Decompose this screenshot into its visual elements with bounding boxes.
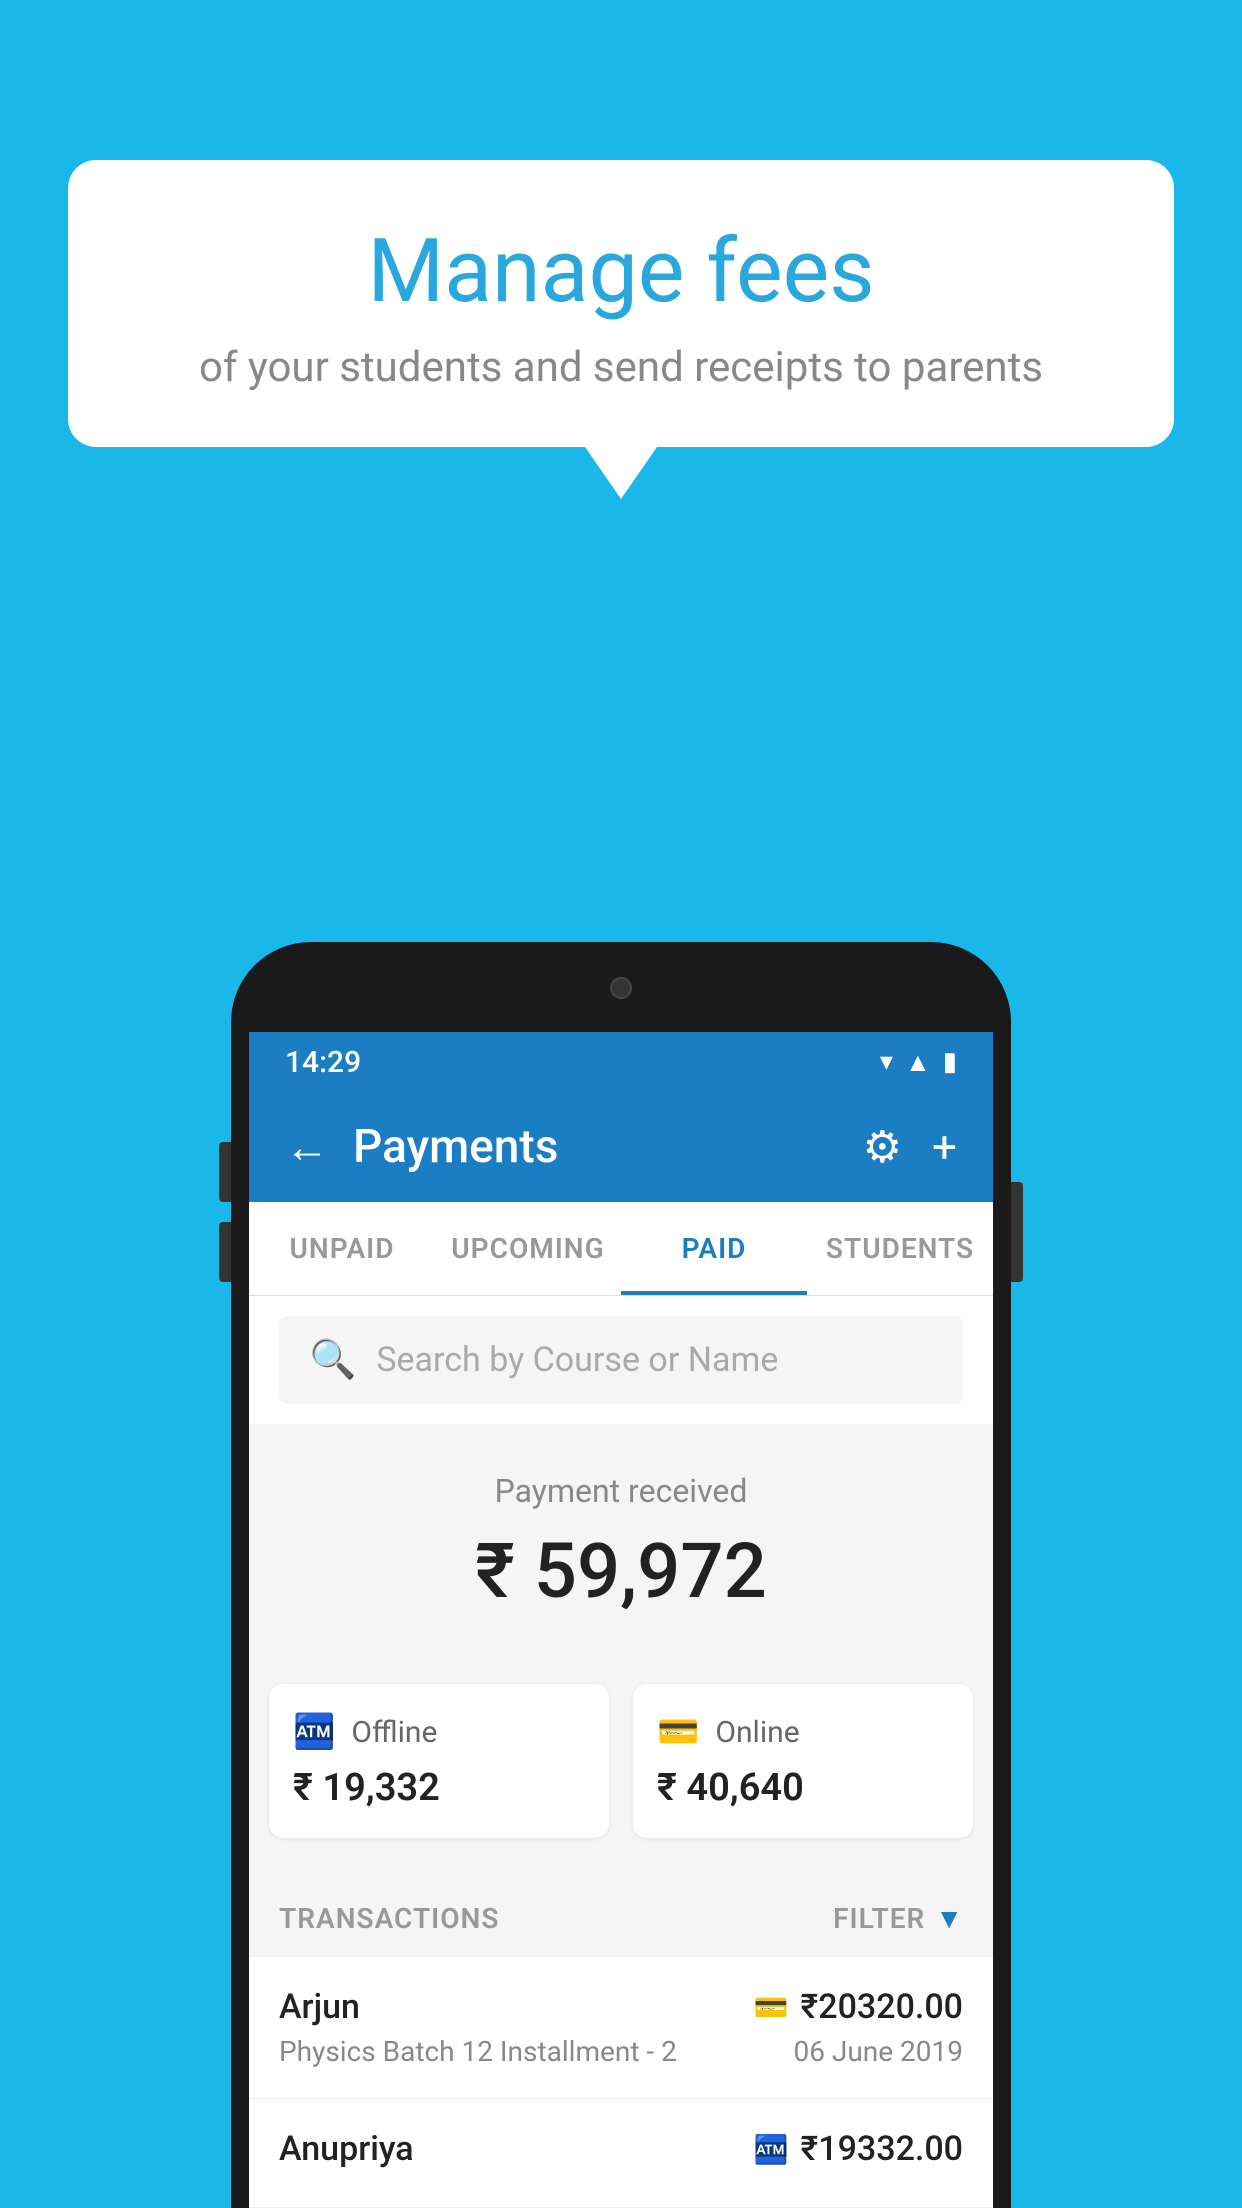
transaction-row[interactable]: Anupriya 🏧 ₹19332.00 <box>249 2099 993 2208</box>
transaction-bottom: Physics Batch 12 Installment - 2 06 June… <box>279 2035 963 2068</box>
transaction-course: Physics Batch 12 Installment - 2 <box>279 2035 677 2068</box>
add-icon[interactable]: + <box>932 1121 957 1173</box>
phone-mockup: 14:29 ▾ ▲ ▮ ← Payments ⚙ + UNPAID UPCOMI… <box>231 942 1011 2208</box>
transaction-row[interactable]: Arjun 💳 ₹20320.00 Physics Batch 12 Insta… <box>249 1957 993 2099</box>
phone-screen: 🔍 Search by Course or Name Payment recei… <box>249 1296 993 2208</box>
speech-bubble: Manage fees of your students and send re… <box>68 160 1174 447</box>
payment-cards: 🏧 Offline ₹ 19,332 💳 Online ₹ 40,640 <box>249 1684 993 1874</box>
tab-upcoming[interactable]: UPCOMING <box>435 1202 621 1295</box>
signal-icon: ▲ <box>905 1047 931 1078</box>
status-time: 14:29 <box>285 1045 361 1080</box>
transaction-amount: ₹19332.00 <box>801 2129 963 2169</box>
bubble-title: Manage fees <box>118 220 1124 323</box>
filter-button[interactable]: FILTER ▼ <box>833 1902 963 1935</box>
status-icons: ▾ ▲ ▮ <box>880 1047 957 1078</box>
tab-paid[interactable]: PAID <box>621 1202 807 1295</box>
transactions-header: TRANSACTIONS FILTER ▼ <box>249 1874 993 1957</box>
transaction-type-icon: 🏧 <box>754 2133 789 2166</box>
offline-icon: 🏧 <box>293 1712 335 1752</box>
transaction-amount-container: 💳 ₹20320.00 <box>754 1987 963 2027</box>
transaction-name: Anupriya <box>279 2129 414 2169</box>
status-bar: 14:29 ▾ ▲ ▮ <box>249 1032 993 1092</box>
header-title: Payments <box>353 1120 558 1174</box>
transaction-amount-container: 🏧 ₹19332.00 <box>754 2129 963 2169</box>
online-icon: 💳 <box>657 1712 699 1752</box>
search-placeholder: Search by Course or Name <box>376 1340 778 1380</box>
wifi-icon: ▾ <box>880 1047 893 1077</box>
app-header: ← Payments ⚙ + <box>249 1092 993 1202</box>
tab-students[interactable]: STUDENTS <box>807 1202 993 1295</box>
offline-amount: ₹ 19,332 <box>293 1766 585 1810</box>
transaction-date: 06 June 2019 <box>793 2035 963 2068</box>
transaction-amount: ₹20320.00 <box>801 1987 963 2027</box>
transaction-top: Arjun 💳 ₹20320.00 <box>279 1987 963 2027</box>
online-card-header: 💳 Online <box>657 1712 949 1752</box>
back-button[interactable]: ← <box>285 1121 329 1173</box>
payment-total-amount: ₹ 59,972 <box>279 1526 963 1616</box>
speech-bubble-section: Manage fees of your students and send re… <box>68 160 1174 447</box>
search-icon: 🔍 <box>309 1338 356 1382</box>
phone-outer: 14:29 ▾ ▲ ▮ ← Payments ⚙ + UNPAID UPCOMI… <box>231 942 1011 2208</box>
search-container: 🔍 Search by Course or Name <box>249 1296 993 1424</box>
transaction-top: Anupriya 🏧 ₹19332.00 <box>279 2129 963 2169</box>
header-left: ← Payments <box>285 1120 558 1174</box>
tab-unpaid[interactable]: UNPAID <box>249 1202 435 1295</box>
phone-side-buttons <box>219 1142 231 1302</box>
header-right: ⚙ + <box>863 1121 957 1173</box>
filter-label: FILTER <box>833 1902 925 1935</box>
search-bar[interactable]: 🔍 Search by Course or Name <box>279 1316 963 1404</box>
transactions-label: TRANSACTIONS <box>279 1902 499 1935</box>
front-camera <box>610 977 632 999</box>
offline-card-header: 🏧 Offline <box>293 1712 585 1752</box>
bubble-subtitle: of your students and send receipts to pa… <box>118 343 1124 392</box>
phone-notch-area <box>249 960 993 1032</box>
transaction-type-icon: 💳 <box>754 1991 789 2024</box>
offline-payment-card: 🏧 Offline ₹ 19,332 <box>269 1684 609 1838</box>
online-amount: ₹ 40,640 <box>657 1766 949 1810</box>
phone-notch <box>541 960 701 1015</box>
settings-icon[interactable]: ⚙ <box>863 1121 902 1173</box>
volume-up-button <box>219 1142 231 1202</box>
battery-icon: ▮ <box>943 1047 957 1077</box>
online-payment-card: 💳 Online ₹ 40,640 <box>633 1684 973 1838</box>
tabs-container: UNPAID UPCOMING PAID STUDENTS <box>249 1202 993 1296</box>
offline-label: Offline <box>351 1715 437 1750</box>
volume-down-button <box>219 1222 231 1282</box>
filter-icon: ▼ <box>935 1902 963 1935</box>
transaction-name: Arjun <box>279 1987 360 2027</box>
power-button <box>1011 1182 1023 1282</box>
payment-received-label: Payment received <box>279 1472 963 1510</box>
online-label: Online <box>715 1715 799 1750</box>
payment-summary: Payment received ₹ 59,972 <box>249 1424 993 1684</box>
